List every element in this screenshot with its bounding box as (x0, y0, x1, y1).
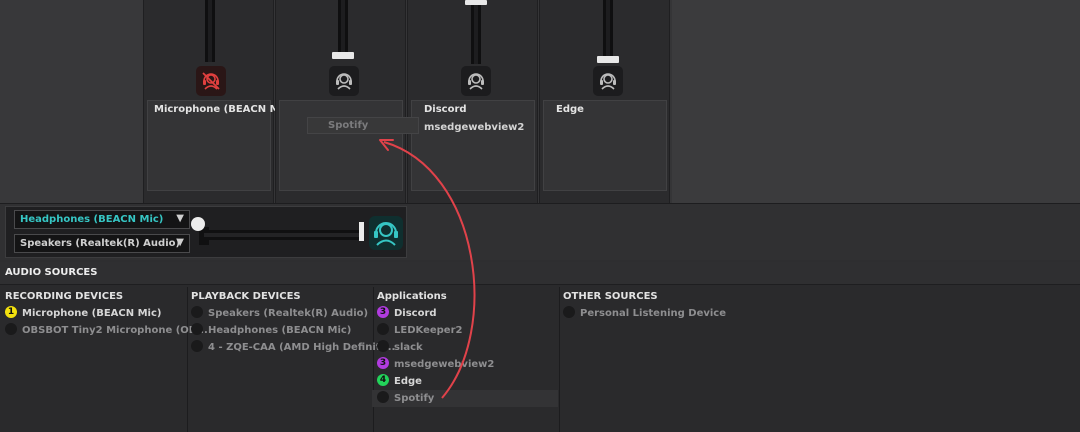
source-item[interactable]: 4 - ZQE-CAA (AMD High Definiti... (191, 339, 395, 356)
badge-count-icon: 3 (377, 357, 389, 369)
source-item[interactable]: 1 Microphone (BEACN Mic) (5, 305, 161, 322)
mixer-channel-discord: Discord msedgewebview2 (407, 0, 538, 203)
drag-ghost-label: Spotify (328, 120, 369, 131)
channel-card[interactable] (279, 100, 403, 191)
audio-sources-body (0, 285, 1080, 432)
chevron-down-icon: ▼ (176, 213, 184, 224)
mixer-channel-microphone: Microphone (BEACN Mic) (143, 0, 293, 203)
source-label: Personal Listening Device (580, 308, 727, 319)
audio-sources-title: AUDIO SOURCES (5, 267, 98, 278)
primary-output-value: Headphones (BEACN Mic) (20, 214, 164, 225)
column-title-other: OTHER SOURCES (563, 291, 658, 302)
dot-icon (5, 323, 17, 335)
column-title-applications: Applications (377, 291, 447, 302)
channel-name: Discord (424, 104, 467, 115)
source-label: Discord (394, 308, 437, 319)
fader-knob[interactable] (597, 56, 619, 63)
source-label: Spotify (394, 393, 435, 404)
channel-app-label: msedgewebview2 (424, 122, 525, 133)
drag-ghost-spotify: Spotify (307, 117, 419, 134)
headset-icon[interactable] (369, 216, 403, 250)
dot-icon (191, 306, 203, 318)
headset-icon[interactable] (329, 66, 359, 96)
source-label: 4 - ZQE-CAA (AMD High Definiti... (208, 342, 396, 353)
headset-icon[interactable] (461, 66, 491, 96)
source-label: Edge (394, 376, 422, 387)
source-label: LEDKeeper2 (394, 325, 463, 336)
dot-icon (377, 391, 389, 403)
channel-name: Microphone (BEACN Mic) (154, 104, 294, 115)
mixer-channel-empty (275, 0, 406, 203)
secondary-output-select[interactable]: Speakers (Realtek(R) Audio) ▼ (14, 234, 190, 253)
badge-count-icon: 3 (377, 306, 389, 318)
column-divider (373, 287, 374, 432)
primary-output-select[interactable]: Headphones (BEACN Mic) ▼ (14, 210, 190, 229)
secondary-output-value: Speakers (Realtek(R) Audio) (20, 238, 181, 249)
column-divider (187, 287, 188, 432)
dot-icon (377, 340, 389, 352)
source-item[interactable]: slack (377, 339, 423, 356)
source-item[interactable]: Speakers (Realtek(R) Audio) (191, 305, 368, 322)
badge-count-icon: 1 (5, 306, 17, 318)
source-item[interactable]: LEDKeeper2 (377, 322, 462, 339)
channel-name: Edge (556, 104, 584, 115)
output-volume-end-handle[interactable] (359, 222, 364, 241)
source-label: Headphones (BEACN Mic) (208, 325, 352, 336)
dot-icon (377, 323, 389, 335)
column-title-playback: PLAYBACK DEVICES (191, 291, 301, 302)
mixer-empty-area (672, 0, 1080, 203)
source-item[interactable]: Headphones (BEACN Mic) (191, 322, 351, 339)
source-label: Speakers (Realtek(R) Audio) (208, 308, 369, 319)
mixer-channel-edge: Edge (539, 0, 670, 203)
fader-track[interactable] (205, 0, 215, 62)
source-label: msedgewebview2 (394, 359, 495, 370)
muted-headset-icon[interactable] (196, 66, 226, 96)
audio-sources-header (0, 262, 1080, 284)
output-volume-knob[interactable] (191, 217, 205, 231)
fader-knob[interactable] (332, 52, 354, 59)
fader-knob[interactable] (465, 0, 487, 5)
source-label: Microphone (BEACN Mic) (22, 308, 162, 319)
chevron-down-icon: ▼ (176, 237, 184, 248)
dot-icon (191, 323, 203, 335)
source-item[interactable]: Personal Listening Device (563, 305, 726, 322)
dot-icon (191, 340, 203, 352)
source-item[interactable]: OBSBOT Tiny2 Microphone (OB... (5, 322, 208, 339)
source-label: slack (394, 342, 423, 353)
source-item[interactable]: 4 Edge (377, 373, 422, 390)
source-item[interactable]: 3 Discord (377, 305, 437, 322)
headset-icon[interactable] (593, 66, 623, 96)
column-title-recording: RECORDING DEVICES (5, 291, 124, 302)
source-label: OBSBOT Tiny2 Microphone (OB... (22, 325, 208, 336)
source-item[interactable]: 3 msedgewebview2 (377, 356, 494, 373)
dot-icon (563, 306, 575, 318)
fader-track[interactable] (471, 0, 481, 64)
output-volume-track[interactable] (204, 230, 362, 240)
output-controls: Headphones (BEACN Mic) ▼ Speakers (Realt… (5, 206, 407, 258)
source-item-spotify[interactable]: Spotify (377, 390, 434, 407)
fader-track[interactable] (603, 0, 613, 58)
badge-count-icon: 4 (377, 374, 389, 386)
mixer-left-gutter (0, 0, 143, 203)
column-divider (559, 287, 560, 432)
fader-track[interactable] (338, 0, 348, 52)
